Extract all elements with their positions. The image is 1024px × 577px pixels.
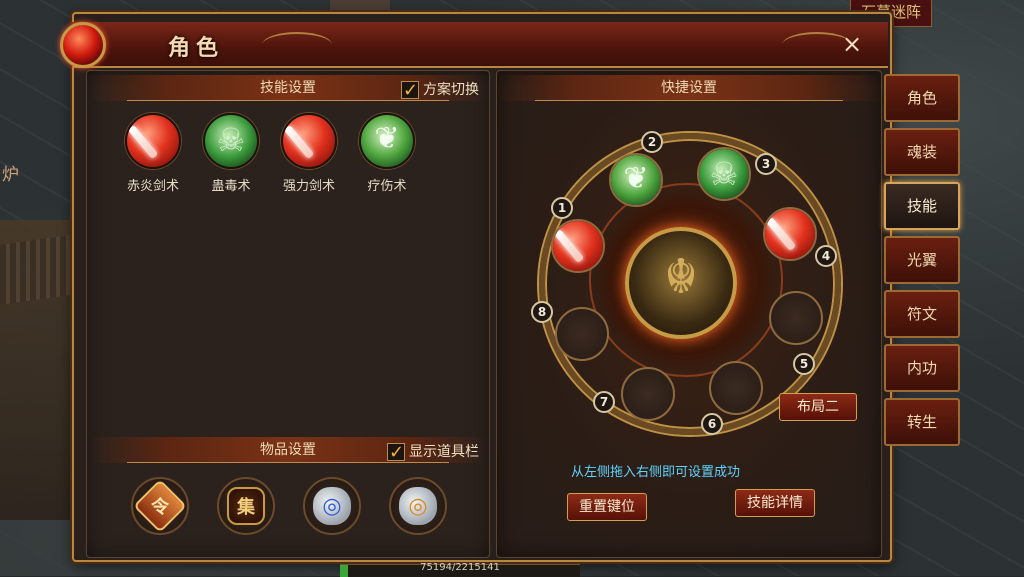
item-settings-header: 物品设置 显示道具栏 xyxy=(87,437,489,466)
item-slot-gold-stone[interactable]: ◎ xyxy=(389,477,447,535)
tab-soul-gear[interactable]: 魂装 xyxy=(884,128,960,176)
reset-keys-button[interactable]: 重置键位 xyxy=(567,493,647,521)
world-building xyxy=(0,220,72,520)
skill-label: 赤炎剑术 xyxy=(126,179,179,194)
item-slot-blue-stone[interactable]: ◎ xyxy=(303,477,361,535)
skill-label: 强力剑术 xyxy=(282,179,335,194)
skill-settings-header: 技能设置 方案切换 xyxy=(87,75,489,104)
fire-sword-icon xyxy=(553,221,603,271)
close-icon[interactable]: × xyxy=(838,30,866,58)
skill-card-qiangli[interactable]: 强力剑术 xyxy=(281,113,337,194)
scheme-toggle-checkbox[interactable]: 方案切换 xyxy=(401,77,479,104)
quick-slot-2[interactable] xyxy=(609,153,663,207)
slot-number: 3 xyxy=(755,153,777,175)
tab-character[interactable]: 角色 xyxy=(884,74,960,122)
item-slot-gather-emblem[interactable]: 集 xyxy=(217,477,275,535)
quick-slot-1[interactable] xyxy=(551,219,605,273)
world-signpost-text: 炉 xyxy=(2,165,19,185)
show-toolbar-checkbox[interactable]: 显示道具栏 xyxy=(387,439,479,466)
scheme-toggle-label: 方案切换 xyxy=(423,82,479,98)
checkbox-checked-icon xyxy=(401,78,419,104)
tab-rebirth[interactable]: 转生 xyxy=(884,398,960,446)
checkbox-checked-icon xyxy=(387,440,405,466)
quick-slot-8[interactable] xyxy=(555,307,609,361)
tab-runes[interactable]: 符文 xyxy=(884,290,960,338)
layout-two-button[interactable]: 布局二 xyxy=(779,393,857,421)
skill-card-chiyan[interactable]: 赤炎剑术 xyxy=(125,113,181,194)
dragon-emblem-icon[interactable] xyxy=(625,227,737,339)
quick-slot-4[interactable] xyxy=(763,207,817,261)
skill-card-liaoshang[interactable]: 疗伤术 xyxy=(359,113,415,194)
tab-inner-power[interactable]: 内功 xyxy=(884,344,960,392)
show-toolbar-label: 显示道具栏 xyxy=(409,444,479,460)
quick-slot-3[interactable] xyxy=(697,147,751,201)
power-sword-icon xyxy=(765,209,815,259)
skill-settings-title: 技能设置 xyxy=(260,80,316,96)
experience-text: 75194/2215141 xyxy=(420,562,500,573)
slot-number: 4 xyxy=(815,245,837,267)
window-title: 角色 xyxy=(168,35,225,61)
poison-skull-icon xyxy=(699,149,749,199)
skill-card-gudu[interactable]: 蛊毒术 xyxy=(203,113,259,194)
tab-skills[interactable]: 技能 xyxy=(884,182,960,230)
item-slot-command-token[interactable]: 令 xyxy=(131,477,189,535)
fire-sword-icon xyxy=(125,113,181,169)
heal-leaf-icon xyxy=(611,155,661,205)
slot-number: 5 xyxy=(793,353,815,375)
heal-leaf-icon xyxy=(359,113,415,169)
blue-stone-icon: ◎ xyxy=(313,487,351,525)
quick-slot-5[interactable] xyxy=(769,291,823,345)
command-token-icon: 令 xyxy=(133,479,187,533)
quick-settings-title: 快捷设置 xyxy=(661,80,717,96)
window-titlebar: 角色 × xyxy=(60,22,888,68)
power-sword-icon xyxy=(281,113,337,169)
poison-skull-icon xyxy=(203,113,259,169)
gather-emblem-icon: 集 xyxy=(227,487,265,525)
quick-slot-7[interactable] xyxy=(621,367,675,421)
tab-light-wings[interactable]: 光翼 xyxy=(884,236,960,284)
quick-settings-header: 快捷设置 xyxy=(497,75,881,101)
slot-number: 2 xyxy=(641,131,663,153)
gold-stone-icon: ◎ xyxy=(399,487,437,525)
slot-number: 1 xyxy=(551,197,573,219)
character-window: 角色 × 技能设置 方案切换 赤炎剑术 蛊毒术 强力剑术 疗伤术 物 xyxy=(60,12,892,562)
title-ornament-icon xyxy=(262,32,332,58)
skill-items-panel: 技能设置 方案切换 赤炎剑术 蛊毒术 强力剑术 疗伤术 物品设置 显示 xyxy=(86,70,490,558)
skill-label: 蛊毒术 xyxy=(211,179,251,194)
skill-details-button[interactable]: 技能详情 xyxy=(735,489,815,517)
item-settings-title: 物品设置 xyxy=(260,442,316,458)
drag-hint-text: 从左侧拖入右侧即可设置成功 xyxy=(571,465,741,480)
quick-slot-6[interactable] xyxy=(709,361,763,415)
quick-settings-panel: 快捷设置 1 2 3 4 5 6 7 8 布局二 从左侧拖入右侧即可设置成功 xyxy=(496,70,882,558)
slot-number: 8 xyxy=(531,301,553,323)
slot-number: 6 xyxy=(701,413,723,435)
title-orb-icon xyxy=(60,22,106,68)
experience-bar: 75194/2215141 xyxy=(340,562,580,577)
slot-number: 7 xyxy=(593,391,615,413)
skill-label: 疗伤术 xyxy=(367,179,407,194)
